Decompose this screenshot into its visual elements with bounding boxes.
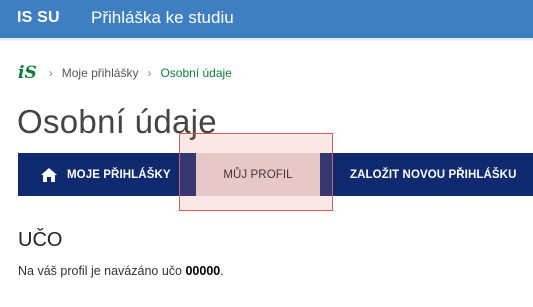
nav-moje-prihlasky-label: MOJE PŘIHLÁŠKY [67,168,171,181]
brand-link[interactable]: IS SU [17,9,60,27]
is-logo-icon[interactable]: iS [18,64,37,82]
uco-text: Na váš profil je navázáno učo 00000. [18,264,224,278]
breadcrumb: iS › Moje přihlášky › Osobní údaje [18,62,232,84]
uco-value: 00000 [185,264,221,278]
uco-text-before: Na váš profil je navázáno učo [18,264,186,278]
chevron-right-icon: › [48,66,53,80]
chevron-right-icon: › [147,66,152,80]
nav-muj-profil[interactable]: MŮJ PROFIL [196,153,320,196]
app-header: IS SU Přihláška ke studiu [0,0,533,38]
breadcrumb-osobni-udaje: Osobní údaje [160,66,232,80]
app-title[interactable]: Přihláška ke studiu [91,8,234,28]
uco-heading: UČO [18,229,63,251]
breadcrumb-moje-prihlasky[interactable]: Moje přihlášky [62,66,139,80]
header-shadow [0,38,533,42]
nav-moje-prihlasky[interactable]: MOJE PŘIHLÁŠKY [40,153,171,196]
main-navigation: MOJE PŘIHLÁŠKY MŮJ PROFIL ZALOŽIT NOVOU … [18,153,533,196]
nav-muj-profil-label: MŮJ PROFIL [223,168,293,181]
nav-zalozit-novou-prihlasku[interactable]: ZALOŽIT NOVOU PŘIHLÁŠKU [350,153,517,196]
uco-text-after: . [220,264,224,278]
nav-zalozit-label: ZALOŽIT NOVOU PŘIHLÁŠKU [350,168,517,181]
home-icon [41,167,57,182]
page-title: Osobní údaje [17,103,217,140]
